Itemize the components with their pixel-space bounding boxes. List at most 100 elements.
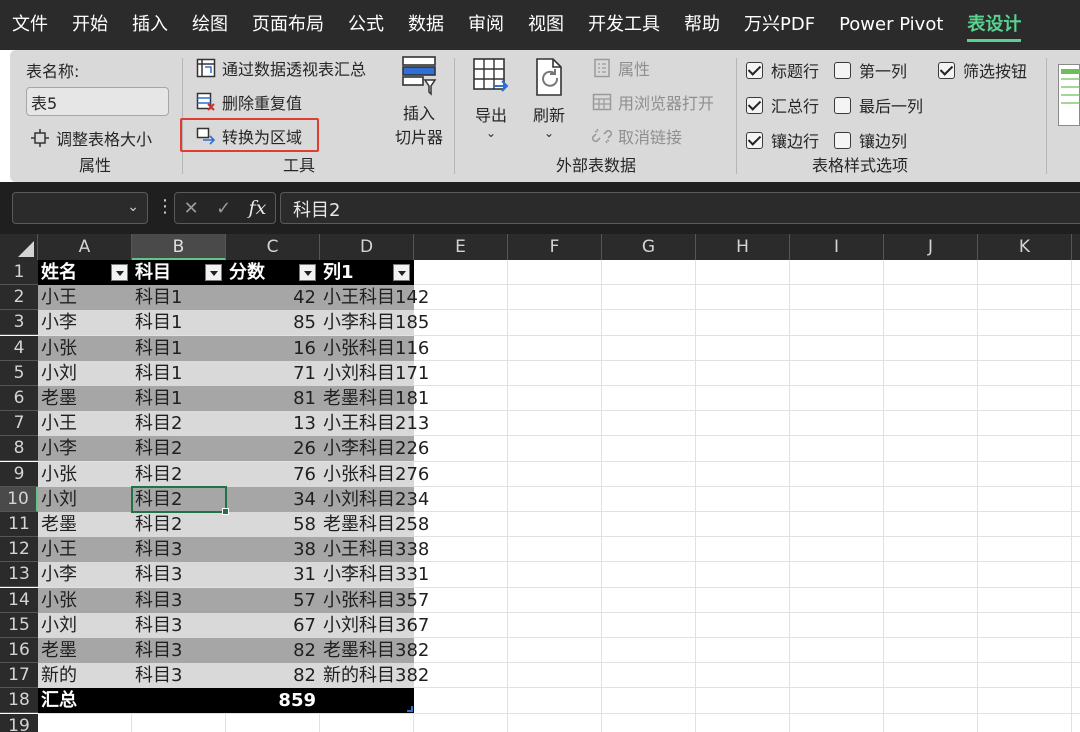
row-header-4[interactable]: 4 <box>0 335 38 361</box>
menu-item-4[interactable]: 页面布局 <box>240 0 336 50</box>
column-header-J[interactable]: J <box>884 234 978 260</box>
table-cell[interactable]: 小刘科目234 <box>320 486 429 512</box>
menu-item-3[interactable]: 绘图 <box>180 0 240 50</box>
properties-button[interactable]: 属性 <box>592 56 650 80</box>
menu-item-1[interactable]: 开始 <box>60 0 120 50</box>
table-cell[interactable]: 小李科目226 <box>320 436 429 462</box>
table-cell[interactable]: 31 <box>226 562 320 588</box>
table-cell[interactable]: 小李科目185 <box>320 310 429 336</box>
table-cell[interactable]: 新的科目382 <box>320 663 429 689</box>
row-header-5[interactable]: 5 <box>0 360 38 386</box>
total-row-cell[interactable]: 859 <box>226 688 320 714</box>
row-header-11[interactable]: 11 <box>0 512 38 537</box>
table-cell[interactable]: 小张科目357 <box>320 587 429 613</box>
row-header-9[interactable]: 9 <box>0 461 38 487</box>
unlink-button[interactable]: 取消链接 <box>591 124 682 148</box>
column-header-B[interactable]: B <box>132 234 226 260</box>
banded-rows-checkbox[interactable]: 镶边行 <box>746 128 819 152</box>
table-cell[interactable]: 科目3 <box>132 638 226 663</box>
table-cell[interactable]: 58 <box>226 512 320 537</box>
table-cell[interactable]: 小刘科目171 <box>320 360 429 386</box>
table-cell[interactable]: 科目2 <box>132 436 226 462</box>
total-row-cell[interactable] <box>132 688 226 714</box>
table-cell[interactable]: 小王 <box>38 537 132 563</box>
filter-dropdown-icon[interactable] <box>205 264 222 281</box>
total-row-cell[interactable] <box>320 688 414 714</box>
row-header-3[interactable]: 3 <box>0 310 38 336</box>
column-header-D[interactable]: D <box>320 234 414 260</box>
table-cell[interactable]: 42 <box>226 285 320 311</box>
column-header-I[interactable]: I <box>790 234 884 260</box>
table-cell[interactable]: 小王科目213 <box>320 411 429 437</box>
table-cell[interactable]: 26 <box>226 436 320 462</box>
row-header-10[interactable]: 10 <box>0 486 38 512</box>
menu-item-0[interactable]: 文件 <box>0 0 60 50</box>
table-cell[interactable]: 科目3 <box>132 587 226 613</box>
table-cell[interactable]: 小李 <box>38 436 132 462</box>
table-cell[interactable]: 16 <box>226 335 320 361</box>
header-row-checkbox[interactable]: 标题行 <box>746 58 819 82</box>
last-column-checkbox[interactable]: 最后一列 <box>834 93 923 117</box>
column-header-C[interactable]: C <box>226 234 320 260</box>
table-cell[interactable]: 小王科目338 <box>320 537 429 563</box>
first-column-checkbox[interactable]: 第一列 <box>834 58 907 82</box>
table-cell[interactable]: 小刘 <box>38 360 132 386</box>
table-name-input[interactable] <box>26 87 169 116</box>
column-header-K[interactable]: K <box>978 234 1072 260</box>
table-cell[interactable]: 小张 <box>38 461 132 487</box>
table-cell[interactable]: 科目1 <box>132 310 226 336</box>
pivot-summary-button[interactable]: 通过数据透视表汇总 <box>196 56 366 80</box>
table-cell[interactable]: 老墨 <box>38 386 132 411</box>
banded-columns-checkbox[interactable]: 镶边列 <box>834 128 907 152</box>
refresh-button[interactable]: 刷新 ⌄ <box>524 56 574 140</box>
menu-item-2[interactable]: 插入 <box>120 0 180 50</box>
insert-function-icon[interactable]: fx <box>249 197 267 219</box>
table-cell[interactable]: 科目1 <box>132 285 226 311</box>
table-cell[interactable]: 85 <box>226 310 320 336</box>
row-header-12[interactable]: 12 <box>0 537 38 563</box>
insert-slicer-button[interactable]: 插入 切片器 <box>386 54 452 148</box>
column-header-G[interactable]: G <box>602 234 696 260</box>
table-resize-handle[interactable] <box>407 705 413 712</box>
column-header-E[interactable]: E <box>414 234 508 260</box>
table-cell[interactable]: 科目1 <box>132 386 226 411</box>
table-cell[interactable]: 57 <box>226 587 320 613</box>
table-cell[interactable]: 小李 <box>38 310 132 336</box>
table-cell[interactable]: 小刘 <box>38 486 132 512</box>
column-header-F[interactable]: F <box>508 234 602 260</box>
table-cell[interactable]: 老墨 <box>38 638 132 663</box>
row-header-17[interactable]: 17 <box>0 663 38 689</box>
table-cell[interactable]: 小王 <box>38 285 132 311</box>
chevron-down-icon[interactable]: ⌄ <box>127 199 139 215</box>
table-cell[interactable]: 34 <box>226 486 320 512</box>
menu-item-8[interactable]: 视图 <box>516 0 576 50</box>
menu-item-9[interactable]: 开发工具 <box>576 0 672 50</box>
table-cell[interactable]: 13 <box>226 411 320 437</box>
table-cell[interactable]: 老墨科目181 <box>320 386 429 411</box>
menu-item-11[interactable]: 万兴PDF <box>732 0 827 50</box>
row-header-19[interactable]: 19 <box>0 713 38 732</box>
filter-button-checkbox[interactable]: 筛选按钮 <box>938 58 1027 82</box>
menu-item-10[interactable]: 帮助 <box>672 0 732 50</box>
table-cell[interactable]: 小刘科目367 <box>320 612 429 638</box>
menu-item-7[interactable]: 审阅 <box>456 0 516 50</box>
menu-item-6[interactable]: 数据 <box>396 0 456 50</box>
table-cell[interactable]: 82 <box>226 638 320 663</box>
table-cell[interactable]: 科目2 <box>132 512 226 537</box>
table-cell[interactable]: 科目2 <box>132 461 226 487</box>
table-cell[interactable]: 老墨 <box>38 512 132 537</box>
total-row-cell[interactable]: 汇总 <box>38 688 132 714</box>
confirm-icon[interactable]: ✓ <box>216 198 231 219</box>
select-all-icon[interactable] <box>0 234 38 260</box>
table-style-gallery[interactable] <box>1058 64 1080 126</box>
table-cell[interactable]: 小李 <box>38 562 132 588</box>
spreadsheet-grid[interactable]: A B C D E F G H I J K 1 2 3 4 5 6 7 8 9 10 11 12 13 14 15 16 17 18 19… <box>0 234 1080 732</box>
table-cell[interactable]: 新的 <box>38 663 132 689</box>
menu-item-5[interactable]: 公式 <box>336 0 396 50</box>
remove-duplicates-button[interactable]: 删除重复值 <box>196 90 302 114</box>
menu-item-13[interactable]: 表设计 <box>955 0 1033 50</box>
row-header-18[interactable]: 18 <box>0 688 38 714</box>
table-cell[interactable]: 科目3 <box>132 612 226 638</box>
table-cell[interactable]: 76 <box>226 461 320 487</box>
formula-input[interactable]: 科目2 <box>280 192 1080 224</box>
